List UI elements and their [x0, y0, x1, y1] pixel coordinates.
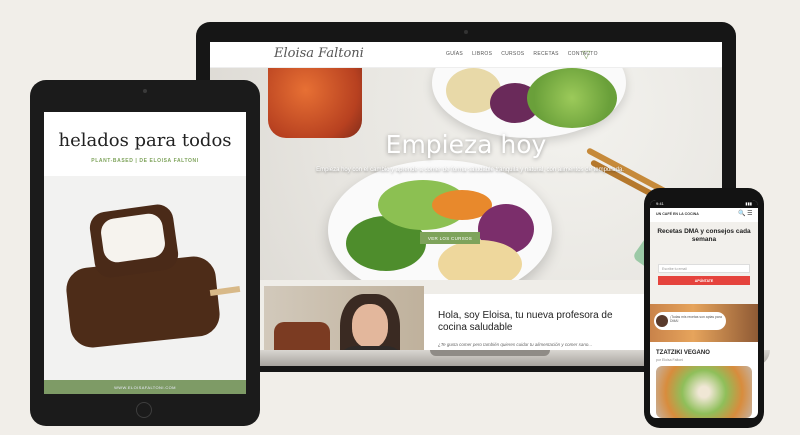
nav-item-guias[interactable]: GUÍAS	[446, 51, 463, 57]
mobile-brand[interactable]: UN CAFÉ EN LA COCINA	[656, 212, 699, 216]
home-button[interactable]	[136, 402, 152, 418]
email-field[interactable]: Escribe tu email	[658, 264, 750, 273]
hero-title: Empieza hoy	[385, 130, 547, 159]
salad-bowl-image	[328, 160, 552, 280]
mobile-hero: Recetas DMA y consejos cada semana Escri…	[650, 222, 758, 304]
mobile-hero-title: Recetas DMA y consejos cada semana	[657, 228, 751, 243]
ebook-title: helados para todos	[58, 130, 232, 151]
status-bar: 9:41 ▮▮▮	[650, 200, 758, 208]
hero-subtitle: Empieza hoy con el cambio y aprende a co…	[316, 167, 624, 173]
subscribe-button[interactable]: APÚNTATE	[658, 276, 750, 285]
laptop-camera	[464, 30, 468, 34]
laptop-base-notch	[430, 350, 550, 356]
sauce-jar-image	[268, 68, 362, 138]
menu-icon[interactable]: 🔍 ☰	[738, 210, 753, 217]
nav-item-recetas[interactable]: RECETAS	[533, 51, 558, 57]
tablet-camera	[143, 89, 147, 93]
nav-links: GUÍAS LIBROS CURSOS RECETAS CONTACTO	[446, 51, 598, 57]
recipe-image[interactable]	[656, 366, 752, 418]
recipe-author: por Eloisa Faltoni	[656, 358, 684, 362]
site-navbar: Eloisa Faltoni GUÍAS LIBROS CURSOS RECET…	[210, 42, 722, 68]
ebook-cover-header: helados para todos PLANT-BASED | DE ELOI…	[44, 112, 246, 176]
about-text: ¿Te gusta comer pero también quieres cui…	[438, 342, 593, 347]
ice-cream-filling-image	[99, 211, 167, 265]
cart-icon[interactable]: ▽	[582, 48, 590, 61]
avatar	[656, 315, 668, 327]
about-title: Hola, soy Eloisa, tu nueva profesora de …	[438, 310, 613, 333]
status-time: 9:41	[656, 201, 664, 206]
nav-item-cursos[interactable]: CURSOS	[501, 51, 524, 57]
site-logo[interactable]: Eloisa Faltoni	[274, 46, 364, 61]
hero-cta-button[interactable]: VER LOS CURSOS	[420, 232, 480, 244]
phone-screen: 9:41 ▮▮▮ UN CAFÉ EN LA COCINA 🔍 ☰ Receta…	[650, 200, 758, 418]
nav-item-libros[interactable]: LIBROS	[472, 51, 492, 57]
edamame-bowl-image	[432, 68, 626, 138]
photo-face	[352, 304, 388, 348]
tablet-device: helados para todos PLANT-BASED | DE ELOI…	[30, 80, 260, 426]
phone-device: 9:41 ▮▮▮ UN CAFÉ EN LA COCINA 🔍 ☰ Receta…	[644, 188, 764, 428]
ebook-subtitle: PLANT-BASED | DE ELOISA FALTONI	[91, 158, 199, 164]
bowl-quinoa	[438, 240, 522, 280]
tablet-screen: helados para todos PLANT-BASED | DE ELOI…	[44, 112, 246, 394]
bowl-edamame	[527, 68, 617, 128]
recipe-title[interactable]: TZATZIKI VEGANO	[656, 350, 710, 356]
battery-icon: ▮▮▮	[745, 201, 752, 206]
ebook-footer-url: WWW.ELOISAFALTONI.COM	[44, 380, 246, 394]
